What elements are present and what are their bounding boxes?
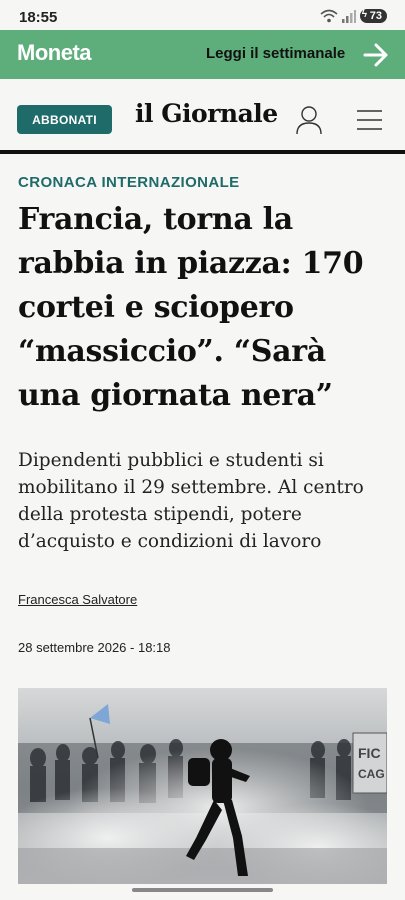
subscribe-button[interactable]: ABBONATI <box>17 105 112 134</box>
home-indicator[interactable] <box>132 888 273 892</box>
charging-icon: ϟ <box>361 9 368 20</box>
menu-icon[interactable] <box>357 109 382 131</box>
promo-banner[interactable]: Moneta Leggi il settimanale <box>0 30 405 79</box>
svg-text:FIC: FIC <box>358 745 381 761</box>
status-bar: 18:55 ϟ 73 <box>0 0 405 32</box>
article-photo: FIC CAG <box>18 688 387 884</box>
promo-logo: Moneta <box>17 40 92 65</box>
article-standfirst: Dipendenti pubblici e studenti si mobili… <box>18 450 364 552</box>
user-icon[interactable] <box>295 105 323 135</box>
brand-logo[interactable]: il Giornale <box>135 99 278 128</box>
protest-photo-illustration: FIC CAG <box>18 688 387 884</box>
author-link[interactable]: Francesca Salvatore <box>18 592 137 607</box>
status-time: 18:55 <box>19 9 58 26</box>
signal-icon <box>341 9 356 23</box>
wifi-icon <box>320 9 338 23</box>
article-category[interactable]: CRONACA INTERNAZIONALE <box>18 174 240 191</box>
status-icons: ϟ 73 <box>320 9 387 23</box>
arrow-right-icon[interactable] <box>362 41 390 69</box>
battery-level: 73 <box>369 10 382 22</box>
site-header: ABBONATI il Giornale <box>0 79 405 154</box>
publish-date: 28 settembre 2026 - 18:18 <box>18 640 171 655</box>
svg-text:CAG: CAG <box>358 767 385 781</box>
article-headline: Francia, torna la rabbia in piazza: 170 … <box>18 202 364 413</box>
promo-cta-link[interactable]: Leggi il settimanale <box>206 45 345 62</box>
battery-indicator: ϟ 73 <box>359 9 387 23</box>
